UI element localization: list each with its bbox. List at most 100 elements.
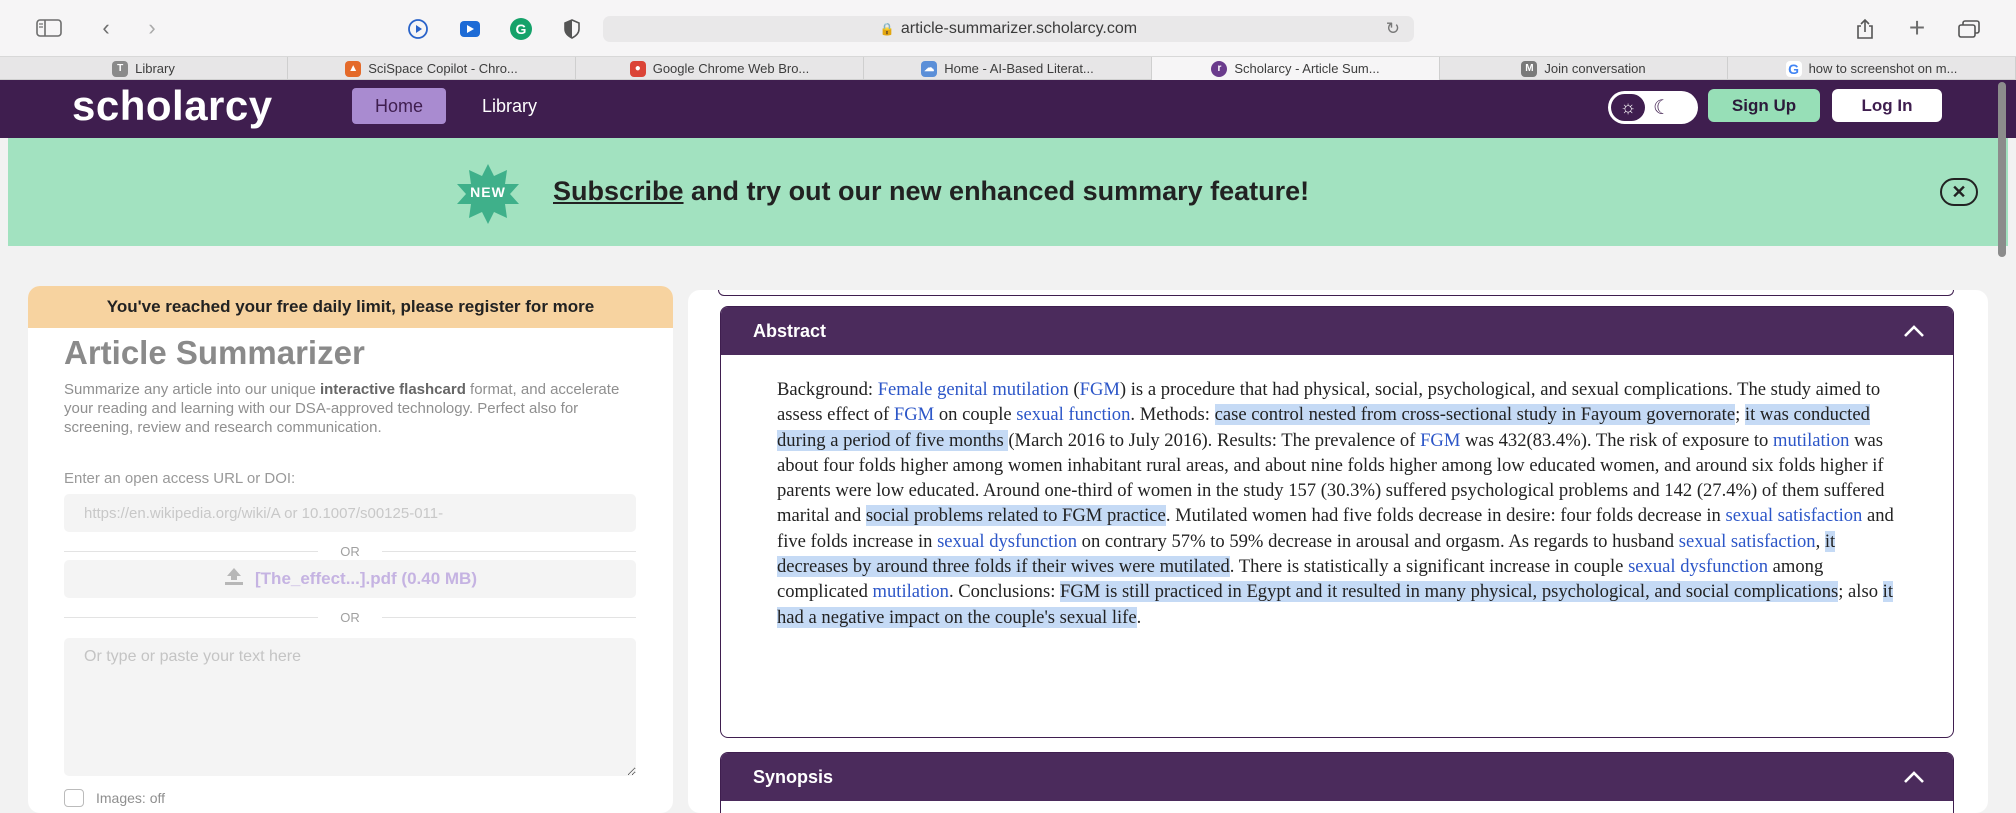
tab-library[interactable]: T Library <box>0 57 288 80</box>
synopsis-header[interactable]: Synopsis <box>721 753 1953 801</box>
sign-up-button[interactable]: Sign Up <box>1708 89 1820 122</box>
scholarcy-logo[interactable]: scholarcy <box>72 82 273 130</box>
log-in-button[interactable]: Log In <box>1832 89 1942 122</box>
synopsis-card: Synopsis <box>720 752 1954 813</box>
sidebar-toggle-icon[interactable] <box>34 16 64 40</box>
text-input[interactable] <box>64 638 636 776</box>
tab-favicon: ▲ <box>345 60 362 77</box>
tab-scispace[interactable]: ▲ SciSpace Copilot - Chro... <box>288 57 576 80</box>
highlighted-phrase: FGM is still practiced in Egypt and it r… <box>1060 581 1839 603</box>
abstract-segment: on couple <box>934 404 1017 426</box>
abstract-segment: . <box>1136 606 1142 628</box>
tab-label: Home - AI-Based Literat... <box>944 61 1094 76</box>
desc-text: Summarize any article into our unique <box>64 381 320 398</box>
url-label: Enter an open access URL or DOI: <box>64 470 296 487</box>
abstract-segment: . Conclusions: <box>948 581 1061 603</box>
close-icon: ✕ <box>1951 181 1967 202</box>
abstract-segment: . There is statistically a significant i… <box>1229 556 1629 578</box>
keyword-link[interactable]: sexual function <box>1016 404 1130 425</box>
abstract-segment: ; <box>1735 404 1745 426</box>
images-checkbox[interactable] <box>64 789 84 807</box>
keyword-link[interactable]: FGM <box>1420 430 1460 451</box>
abstract-segment: ( <box>1068 379 1080 400</box>
tab-join-conversation[interactable]: M Join conversation <box>1440 57 1728 80</box>
abstract-segment: was 432(83.4%). The risk of exposure to <box>1460 429 1773 451</box>
banner-message: Subscribe and try out our new enhanced s… <box>553 176 1309 207</box>
limit-notice: You've reached your free daily limit, pl… <box>28 286 673 328</box>
previous-card-edge <box>718 290 1954 296</box>
abstract-segment: Background: <box>777 379 878 400</box>
tab-overview-icon[interactable] <box>1956 17 1982 41</box>
abstract-heading: Abstract <box>753 320 827 341</box>
share-icon[interactable] <box>1852 16 1878 42</box>
abstract-segment: . Methods: <box>1130 404 1215 426</box>
back-icon[interactable]: ‹ <box>96 15 116 41</box>
keyword-link[interactable]: FGM <box>894 404 934 425</box>
page-scrollbar[interactable] <box>1998 82 2006 257</box>
highlighted-phrase: case control nested from cross-sectional… <box>1214 404 1736 426</box>
nav-home-button[interactable]: Home <box>352 88 446 124</box>
lock-icon: 🔒 <box>879 22 895 36</box>
tab-favicon: r <box>1211 60 1228 77</box>
summarizer-panel: You've reached your free daily limit, pl… <box>28 286 673 813</box>
file-upload-button[interactable]: [The_effect...].pdf (0.40 MB) <box>64 560 636 598</box>
tab-label: Google Chrome Web Bro... <box>652 61 810 76</box>
abstract-header[interactable]: Abstract <box>721 307 1953 355</box>
synopsis-heading: Synopsis <box>753 766 834 787</box>
images-option-label: Images: off <box>96 790 166 806</box>
chevron-up-icon[interactable] <box>1903 324 1925 338</box>
file-name: [The_effect...].pdf (0.40 MB) <box>255 569 477 588</box>
keyword-link[interactable]: mutilation <box>1773 430 1849 451</box>
tab-ai-literature[interactable]: ☁ Home - AI-Based Literat... <box>864 57 1152 80</box>
tab-strip: T Library ▲ SciSpace Copilot - Chro... ● Go… <box>0 56 2016 80</box>
sun-icon: ☼ <box>1611 94 1645 121</box>
svg-text:G: G <box>516 21 527 37</box>
screen-reader-extension-icon[interactable] <box>406 18 430 40</box>
tab-scholarcy[interactable]: r Scholarcy - Article Sum... <box>1152 57 1440 80</box>
abstract-segment: , <box>1815 530 1825 552</box>
or-label: OR <box>340 543 360 559</box>
tab-label: Library <box>135 61 175 76</box>
browser-toolbar: ‹ › G 🔒 article-summarizer.scholarcy.com… <box>0 0 2016 56</box>
app-header: scholarcy Home Library ☼ ☾ Sign Up Log I… <box>0 80 2016 138</box>
chevron-up-icon[interactable] <box>1903 770 1925 784</box>
or-divider: OR <box>64 542 636 560</box>
summarizer-description: Summarize any article into our unique in… <box>64 380 629 437</box>
address-bar[interactable]: 🔒 article-summarizer.scholarcy.com ↻ <box>603 16 1414 42</box>
tab-favicon: ● <box>629 60 646 77</box>
tab-favicon: ☁ <box>921 60 938 77</box>
subscribe-link[interactable]: Subscribe <box>553 176 684 206</box>
tab-how-to-screenshot[interactable]: Ghow to screenshot on m... <box>1728 57 2016 80</box>
keyword-link[interactable]: sexual dysfunction <box>937 531 1077 552</box>
keyword-link[interactable]: sexual satisfaction <box>1679 531 1816 552</box>
keyword-link[interactable]: FGM <box>1080 379 1120 400</box>
reload-icon[interactable]: ↻ <box>1386 19 1400 39</box>
new-badge: NEW <box>438 162 538 226</box>
abstract-text: Background: Female genital mutilation (F… <box>721 355 1953 630</box>
tab-google-chrome[interactable]: ● Google Chrome Web Bro... <box>576 57 864 80</box>
tab-label: Join conversation <box>1544 61 1646 76</box>
abstract-segment: . Mutilated women had five folds decreas… <box>1165 505 1726 527</box>
highlighted-phrase: social problems related to FGM practice <box>865 505 1166 527</box>
new-badge-label: NEW <box>470 184 506 200</box>
keyword-link[interactable]: sexual dysfunction <box>1628 556 1768 577</box>
summarizer-title: Article Summarizer <box>64 334 365 371</box>
tab-favicon: M <box>1521 60 1538 77</box>
abstract-card: Abstract Background: Female genital muti… <box>720 306 1954 738</box>
close-banner-button[interactable]: ✕ <box>1940 178 1978 206</box>
url-text: article-summarizer.scholarcy.com <box>900 20 1138 37</box>
keyword-link[interactable]: mutilation <box>873 581 949 602</box>
url-input[interactable] <box>64 494 636 532</box>
theme-toggle[interactable]: ☼ ☾ <box>1608 91 1698 124</box>
privacy-shield-icon[interactable] <box>560 18 584 40</box>
images-option[interactable]: Images: off <box>64 789 165 807</box>
video-extension-icon[interactable] <box>458 18 482 40</box>
tab-favicon: T <box>112 60 129 77</box>
forward-icon[interactable]: › <box>142 15 162 41</box>
new-tab-icon[interactable]: + <box>1904 12 1930 43</box>
keyword-link[interactable]: sexual satisfaction <box>1726 505 1863 526</box>
nav-library-link[interactable]: Library <box>482 88 537 124</box>
grammarly-extension-icon[interactable]: G <box>508 17 534 41</box>
abstract-segment: ; also <box>1838 581 1883 603</box>
keyword-link[interactable]: Female genital mutilation <box>878 379 1069 400</box>
